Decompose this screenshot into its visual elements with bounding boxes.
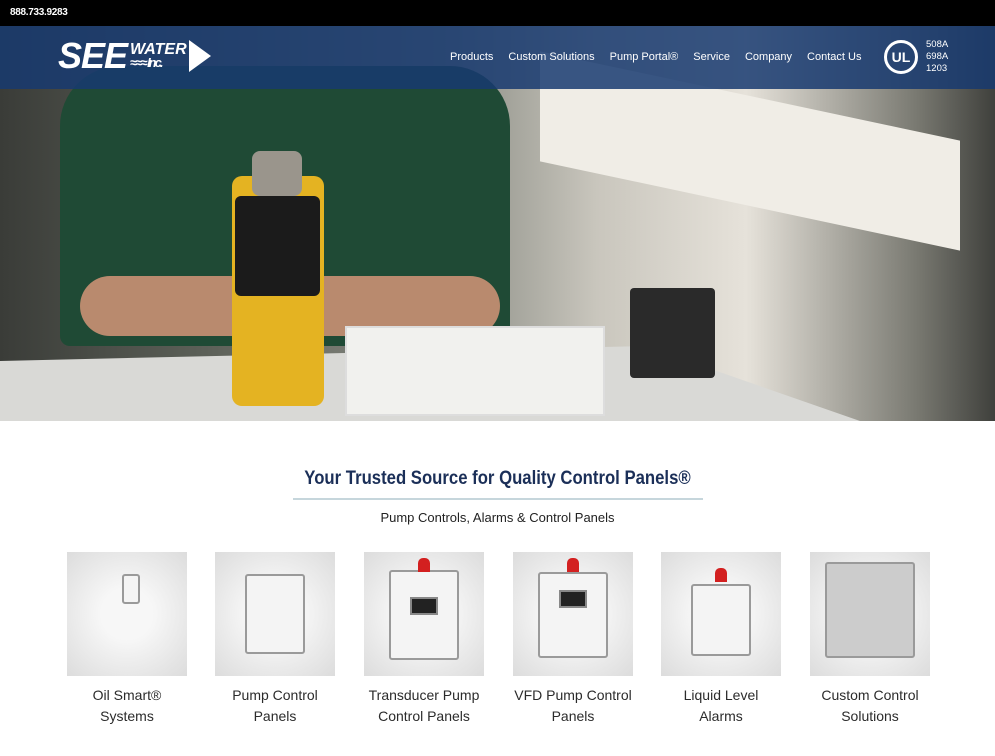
ul-codes: 508A 698A 1203 xyxy=(926,39,948,75)
logo-arrow-icon xyxy=(188,40,211,72)
nav-menu: Products Custom Solutions Pump Portal® S… xyxy=(450,51,861,63)
product-label: Panels xyxy=(551,708,595,724)
ul-code: 508A xyxy=(926,39,949,50)
see-water-logo[interactable]: SEE WATER ≈≈≈ Inc. xyxy=(58,35,211,76)
product-label: VFD Pump Control xyxy=(514,687,632,703)
nav-pump-portal[interactable]: Pump Portal® xyxy=(610,51,679,63)
ul-certification-icon: UL xyxy=(884,40,918,74)
product-oil-smart[interactable]: Oil Smart® Systems xyxy=(67,552,187,727)
nav-contact-us[interactable]: Contact Us xyxy=(807,51,861,63)
product-label: Panels xyxy=(253,708,297,724)
product-label: Oil Smart® xyxy=(92,687,162,703)
product-label: Transducer Pump xyxy=(368,687,480,703)
ul-code: 698A xyxy=(926,51,949,62)
title-divider xyxy=(293,498,703,500)
product-image xyxy=(215,552,335,676)
product-image xyxy=(810,552,930,676)
nav-products[interactable]: Products xyxy=(450,51,493,63)
product-label: Alarms xyxy=(699,708,743,724)
product-liquid-level-alarms[interactable]: Liquid Level Alarms xyxy=(661,552,781,727)
nav-custom-solutions[interactable]: Custom Solutions xyxy=(508,51,594,63)
product-transducer-pump-control-panels[interactable]: Transducer Pump Control Panels xyxy=(364,552,484,727)
product-image xyxy=(67,552,187,676)
product-label: Solutions xyxy=(841,708,899,724)
phone-number[interactable]: 888.733.9283 xyxy=(0,0,995,26)
nav-service[interactable]: Service xyxy=(693,51,730,63)
product-image xyxy=(661,552,781,676)
product-label: Control Panels xyxy=(378,708,470,724)
product-label: Custom Control xyxy=(821,687,919,703)
nav-company[interactable]: Company xyxy=(745,51,792,63)
section-subtitle: Pump Controls, Alarms & Control Panels xyxy=(380,510,615,525)
product-pump-control-panels[interactable]: Pump Control Panels xyxy=(215,552,335,727)
product-label: Liquid Level xyxy=(683,687,759,703)
product-custom-control-solutions[interactable]: Custom Control Solutions xyxy=(810,552,930,727)
product-image xyxy=(513,552,633,676)
product-label: Systems xyxy=(100,708,154,724)
section-title: Your Trusted Source for Quality Control … xyxy=(304,468,691,489)
product-vfd-pump-control-panels[interactable]: VFD Pump Control Panels xyxy=(513,552,633,727)
product-image xyxy=(364,552,484,676)
product-label: Pump Control xyxy=(232,687,318,703)
ul-code: 1203 xyxy=(926,63,948,74)
